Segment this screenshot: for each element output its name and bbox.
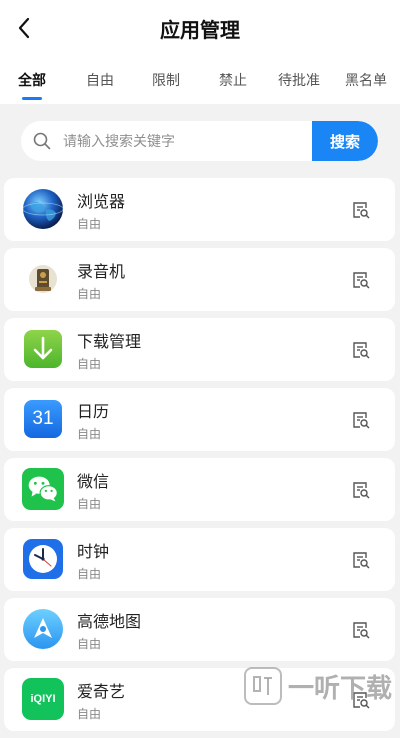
- app-status: 自由: [77, 637, 102, 651]
- tab-pending[interactable]: 待批准: [278, 70, 320, 90]
- tab-free[interactable]: 自由: [86, 70, 114, 90]
- watermark-text: 一听下载: [287, 673, 392, 704]
- app-name: 高德地图: [77, 612, 142, 631]
- search-input[interactable]: [61, 121, 315, 161]
- browser-globe-icon: [22, 188, 64, 230]
- app-name: 录音机: [77, 262, 126, 281]
- tab-all[interactable]: 全部: [18, 70, 46, 90]
- app-status: 自由: [77, 427, 102, 441]
- detail-search-icon[interactable]: [351, 550, 371, 570]
- iqiyi-logo-text: iQIYI: [22, 678, 64, 720]
- app-status: 自由: [77, 357, 102, 371]
- calendar-icon: 31: [22, 398, 64, 440]
- recorder-icon: [22, 258, 64, 300]
- app-name: 时钟: [77, 542, 110, 561]
- app-row-download-manager[interactable]: 下载管理 自由: [4, 318, 395, 381]
- detail-search-icon[interactable]: [351, 340, 371, 360]
- search-bar: 搜索: [21, 121, 378, 161]
- watermark: 一听下载: [243, 667, 392, 705]
- app-status: 自由: [77, 287, 102, 301]
- detail-search-icon[interactable]: [351, 270, 371, 290]
- search-button[interactable]: 搜索: [312, 121, 378, 161]
- tab-restricted[interactable]: 限制: [152, 70, 180, 90]
- app-row-browser[interactable]: 浏览器 自由: [4, 178, 395, 241]
- app-row-wechat[interactable]: 微信 自由: [4, 458, 395, 521]
- app-status: 自由: [77, 707, 102, 721]
- app-status: 自由: [77, 217, 102, 231]
- app-status: 自由: [77, 497, 102, 511]
- app-name: 浏览器: [77, 192, 126, 211]
- watermark-logo-icon: [243, 667, 282, 705]
- app-row-clock[interactable]: 时钟 自由: [4, 528, 395, 591]
- app-name: 日历: [77, 402, 110, 421]
- detail-search-icon[interactable]: [351, 620, 371, 640]
- active-tab-indicator: [22, 97, 42, 100]
- download-arrow-icon: [22, 328, 64, 370]
- tab-forbidden[interactable]: 禁止: [219, 70, 247, 90]
- app-list: 浏览器 自由 录音机 自由 下载管理 自由 31 日历 自由 微信 自由 时钟 …: [4, 178, 395, 738]
- page-title: 应用管理: [160, 18, 240, 42]
- app-row-amap[interactable]: 高德地图 自由: [4, 598, 395, 661]
- calendar-date-text: 31: [24, 400, 62, 438]
- wechat-icon: [22, 468, 64, 510]
- detail-search-icon[interactable]: [351, 480, 371, 500]
- app-row-recorder[interactable]: 录音机 自由: [4, 248, 395, 311]
- app-status: 自由: [77, 567, 102, 581]
- header-bar: 应用管理: [0, 0, 400, 56]
- app-name: 爱奇艺: [77, 682, 126, 701]
- app-row-calendar[interactable]: 31 日历 自由: [4, 388, 395, 451]
- tab-blacklist[interactable]: 黑名单: [345, 70, 387, 90]
- filter-tabs: 全部 自由 限制 禁止 待批准 黑名单: [0, 56, 400, 104]
- app-name: 下载管理: [77, 332, 142, 351]
- app-name: 微信: [77, 472, 110, 491]
- search-icon: [33, 132, 51, 150]
- iqiyi-icon: iQIYI: [22, 678, 64, 720]
- detail-search-icon[interactable]: [351, 200, 371, 220]
- amap-icon: [22, 608, 64, 650]
- clock-icon: [22, 538, 64, 580]
- detail-search-icon[interactable]: [351, 410, 371, 430]
